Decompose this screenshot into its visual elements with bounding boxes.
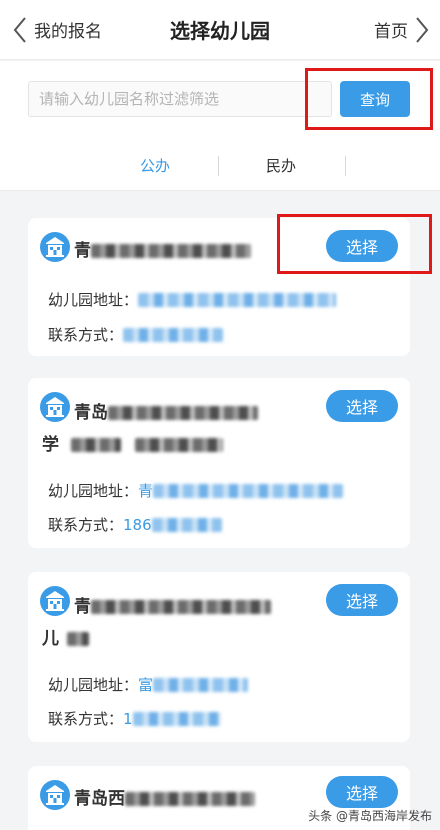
select-button[interactable]: 选择 xyxy=(326,390,398,422)
tab-divider xyxy=(218,156,219,176)
contact-field: 联系方式： 1 xyxy=(48,708,221,729)
address-field: 幼儿园地址： 富 xyxy=(48,674,249,695)
chevron-right-icon xyxy=(416,16,429,43)
kindergarten-name: 青岛西 xyxy=(74,784,255,809)
kindergarten-card[interactable]: 青 选择 幼儿园地址： 联系方式： xyxy=(28,218,410,356)
kindergarten-name: 青 xyxy=(74,592,271,617)
search-button[interactable]: 查询 xyxy=(340,81,410,117)
home-button[interactable]: 首页 xyxy=(374,0,440,60)
select-button[interactable]: 选择 xyxy=(326,230,398,262)
nav-bar: 我的报名 选择幼儿园 首页 xyxy=(0,0,440,60)
redacted-name xyxy=(91,244,251,258)
redacted-name xyxy=(125,792,255,806)
chevron-left-icon xyxy=(13,16,26,43)
kindergarten-name: 青 xyxy=(74,236,251,261)
back-label: 我的报名 xyxy=(34,22,102,42)
watermark: 头条 @青岛西海岸发布 xyxy=(308,809,432,823)
redacted-contact xyxy=(132,711,221,726)
kindergarten-card[interactable]: 青 儿 选择 幼儿园地址： 富 联系方式： 1 xyxy=(28,572,410,742)
redacted-address xyxy=(153,677,249,692)
redacted-name xyxy=(108,406,258,420)
redacted-name xyxy=(70,438,121,452)
school-icon xyxy=(40,780,70,810)
kindergarten-name-line2: 儿 xyxy=(42,624,89,649)
kindergarten-card[interactable]: 青岛 学 选择 幼儿园地址： 青 联系方式： 186 xyxy=(28,378,410,548)
tab-divider xyxy=(345,156,346,176)
search-input[interactable] xyxy=(28,81,332,117)
school-icon xyxy=(40,232,70,262)
redacted-contact xyxy=(123,327,224,342)
select-button[interactable]: 选择 xyxy=(326,584,398,616)
tab-private[interactable]: 民办 xyxy=(266,141,296,191)
kindergarten-name: 青岛 xyxy=(74,398,258,423)
school-icon xyxy=(40,392,70,422)
redacted-address xyxy=(138,292,337,307)
select-button[interactable]: 选择 xyxy=(326,776,398,808)
contact-field: 联系方式： 186 xyxy=(48,514,222,535)
redacted-address xyxy=(153,483,344,498)
address-field: 幼儿园地址： 青 xyxy=(48,480,344,501)
redacted-name xyxy=(91,600,271,614)
kindergarten-name-line2: 学 xyxy=(42,430,223,455)
contact-field: 联系方式： xyxy=(48,324,224,345)
tab-bar: 公办 民办 xyxy=(0,141,440,191)
redacted-contact xyxy=(151,517,222,532)
tab-public[interactable]: 公办 xyxy=(140,141,170,191)
redacted-name xyxy=(134,438,223,452)
back-button[interactable]: 我的报名 xyxy=(0,0,102,60)
address-field: 幼儿园地址： xyxy=(48,289,337,310)
search-area: 查询 xyxy=(0,61,440,141)
redacted-name xyxy=(66,632,89,646)
school-icon xyxy=(40,586,70,616)
home-label: 首页 xyxy=(374,22,408,42)
